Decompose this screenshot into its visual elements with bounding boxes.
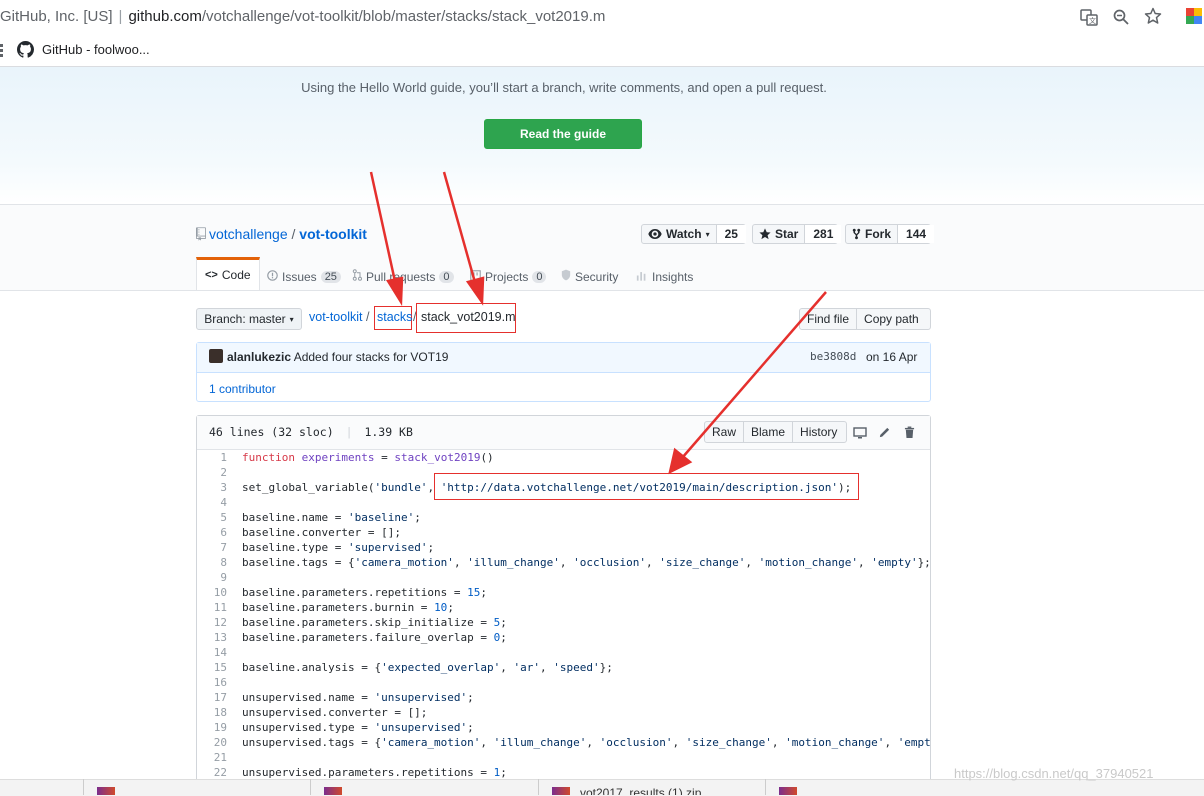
archive-icon[interactable] [552,787,570,795]
archive-icon[interactable] [324,787,342,795]
taskbar-divider [83,779,84,795]
arrow-to-url [681,291,827,459]
archive-icon[interactable] [97,787,115,795]
annotation-arrows [369,171,827,475]
taskbar-divider [310,779,311,795]
watermark: https://blog.csdn.net/qq_37940521 [954,766,1154,781]
arrowhead-icon [386,276,404,307]
taskbar-divider [765,779,766,795]
taskbar-divider [538,779,539,795]
arrowhead-icon [465,276,485,306]
archive-icon[interactable] [779,787,797,795]
download-item-name[interactable]: vot2017_results (1).zip [580,786,701,795]
arrow-to-filename [442,171,478,287]
arrow-to-stacks [369,171,398,287]
